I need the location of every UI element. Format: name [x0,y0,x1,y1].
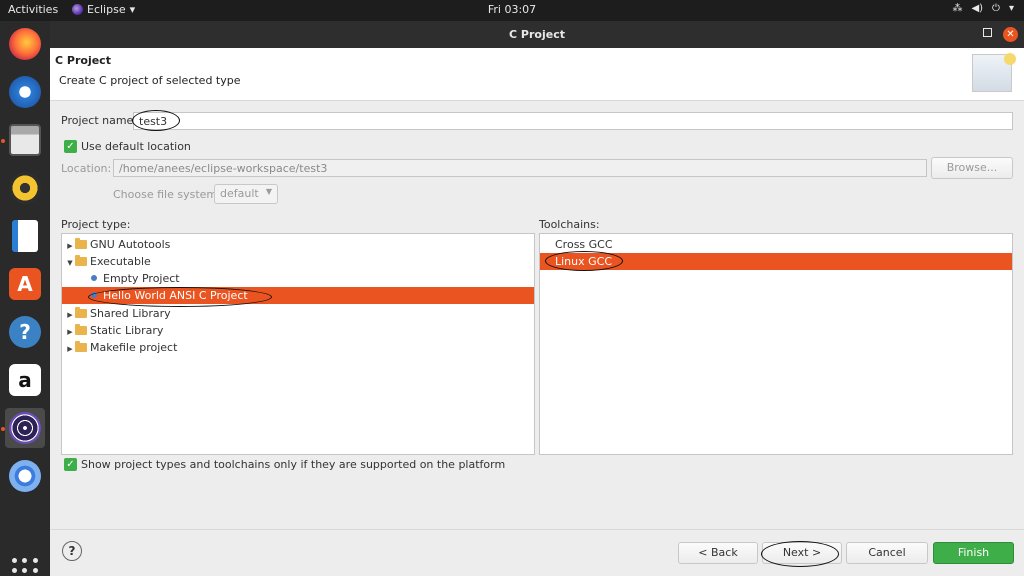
show-supported-checkbox[interactable]: ✓ [64,458,77,471]
help-icon[interactable]: ? [62,541,82,561]
rhythmbox-icon [9,172,41,204]
eclipse-small-icon [72,4,83,15]
back-button[interactable]: < Back [678,542,758,564]
dock: A ? a [0,21,50,576]
project-name-label: Project name: [61,114,138,127]
tree-item-empty-project[interactable]: Empty Project [91,270,533,287]
restore-icon[interactable] [983,28,992,37]
folder-icon [75,255,87,266]
file-system-value: default [220,187,259,200]
tree-item-label: Executable [90,255,151,268]
tree-item-label: Static Library [90,324,164,337]
system-tray[interactable]: ⁂ ◀) ⏻ ▾ [952,3,1014,14]
dock-thunderbird[interactable] [5,72,45,112]
tree-item-label: Makefile project [90,341,178,354]
toolchain-item[interactable]: Linux GCC [540,253,1012,270]
apps-grid-dot [32,558,38,563]
toolchain-item[interactable]: Cross GCC [540,236,1012,253]
ubuntu-software-icon: A [9,268,41,300]
tree-item-hello-world-ansi-c[interactable]: Hello World ANSI C Project [62,287,534,304]
top-bar: Activities Eclipse ▾ Fri 03:07 ⁂ ◀) ⏻ ▾ [0,0,1024,21]
dock-chromium[interactable] [5,456,45,496]
project-type-label: Project type: [61,218,131,231]
tree-item-label: Shared Library [90,307,171,320]
toolchains-label: Toolchains: [539,218,600,231]
toolchains-list[interactable]: Cross GCC Linux GCC [539,233,1013,455]
apps-grid-dot [22,558,28,563]
firefox-icon [9,28,41,60]
tree-item-shared-library[interactable]: ▶ Shared Library [65,305,533,322]
clock[interactable]: Fri 03:07 [0,3,1024,16]
project-type-tree[interactable]: ▶ GNU Autotools ▼ Executable Empty Project… [61,233,535,455]
folder-icon [75,307,87,318]
tree-item-gnu-autotools[interactable]: ▶ GNU Autotools [65,236,533,253]
dialog-title: C Project [509,28,565,41]
file-system-select[interactable]: default ▼ [214,184,278,204]
apps-grid-dot [32,568,38,574]
dialog-titlebar[interactable]: C Project ✕ [50,21,1024,48]
dock-help[interactable]: ? [5,312,45,352]
tree-item-label: Empty Project [103,272,180,285]
thunderbird-icon [9,76,41,108]
folder-icon [75,341,87,352]
dock-files[interactable] [5,120,45,160]
chevron-down-icon: ▾ [129,3,136,16]
file-system-label: Choose file system: [113,188,221,201]
c-project-dialog: C Project ✕ C Project Create C project o… [50,21,1024,576]
footer-divider [50,529,1024,530]
chevron-down-icon: ▾ [1008,3,1014,14]
apps-grid-dot [12,568,17,574]
browse-button[interactable]: Browse... [931,157,1013,179]
tree-item-makefile-project[interactable]: ▶ Makefile project [65,339,533,356]
libreoffice-writer-icon [12,220,38,252]
chevron-down-icon[interactable]: ▼ [65,255,75,272]
project-template-icon [91,275,97,281]
amazon-icon: a [9,364,41,396]
apps-grid-dot [22,568,28,574]
files-icon [9,124,41,156]
wizard-banner: C Project Create C project of selected t… [50,48,1024,101]
volume-icon: ◀) [971,3,984,14]
tree-item-label: Hello World ANSI C Project [103,289,248,302]
location-input[interactable] [113,159,927,177]
activities-button[interactable]: Activities [8,3,58,16]
help-icon: ? [9,316,41,348]
banner-subtitle: Create C project of selected type [59,74,241,87]
power-icon: ⏻ [992,3,1000,14]
use-default-location-label: Use default location [81,140,191,153]
dock-writer[interactable] [5,216,45,256]
tree-item-static-library[interactable]: ▶ Static Library [65,322,533,339]
show-supported-label: Show project types and toolchains only i… [81,458,506,471]
tree-item-label: GNU Autotools [90,238,171,251]
dock-amazon[interactable]: a [5,360,45,400]
use-default-location-checkbox[interactable]: ✓ [64,140,77,153]
app-menu-label: Eclipse [87,3,126,16]
cancel-button[interactable]: Cancel [846,542,928,564]
project-name-input[interactable] [133,112,1013,130]
chromium-icon [9,460,41,492]
apps-grid-dot [12,558,17,563]
show-applications-button[interactable] [12,558,38,576]
project-template-icon [91,292,97,298]
banner-title: C Project [55,54,111,67]
folder-icon [75,238,87,249]
finish-button[interactable]: Finish [933,542,1014,564]
chevron-right-icon[interactable]: ▶ [65,341,75,358]
dock-eclipse[interactable] [5,408,45,448]
close-icon[interactable]: ✕ [1003,27,1018,42]
location-label: Location: [61,162,112,175]
tree-item-executable[interactable]: ▼ Executable [65,253,533,270]
dock-software[interactable]: A [5,264,45,304]
next-button[interactable]: Next > [762,542,842,564]
folder-icon [75,324,87,335]
network-icon: ⁂ [952,3,963,14]
dock-firefox[interactable] [5,24,45,64]
eclipse-icon [9,412,41,444]
dock-rhythmbox[interactable] [5,168,45,208]
chevron-down-icon: ▼ [265,187,272,196]
app-menu[interactable]: Eclipse ▾ [72,3,135,16]
wizard-banner-icon [972,53,1016,92]
